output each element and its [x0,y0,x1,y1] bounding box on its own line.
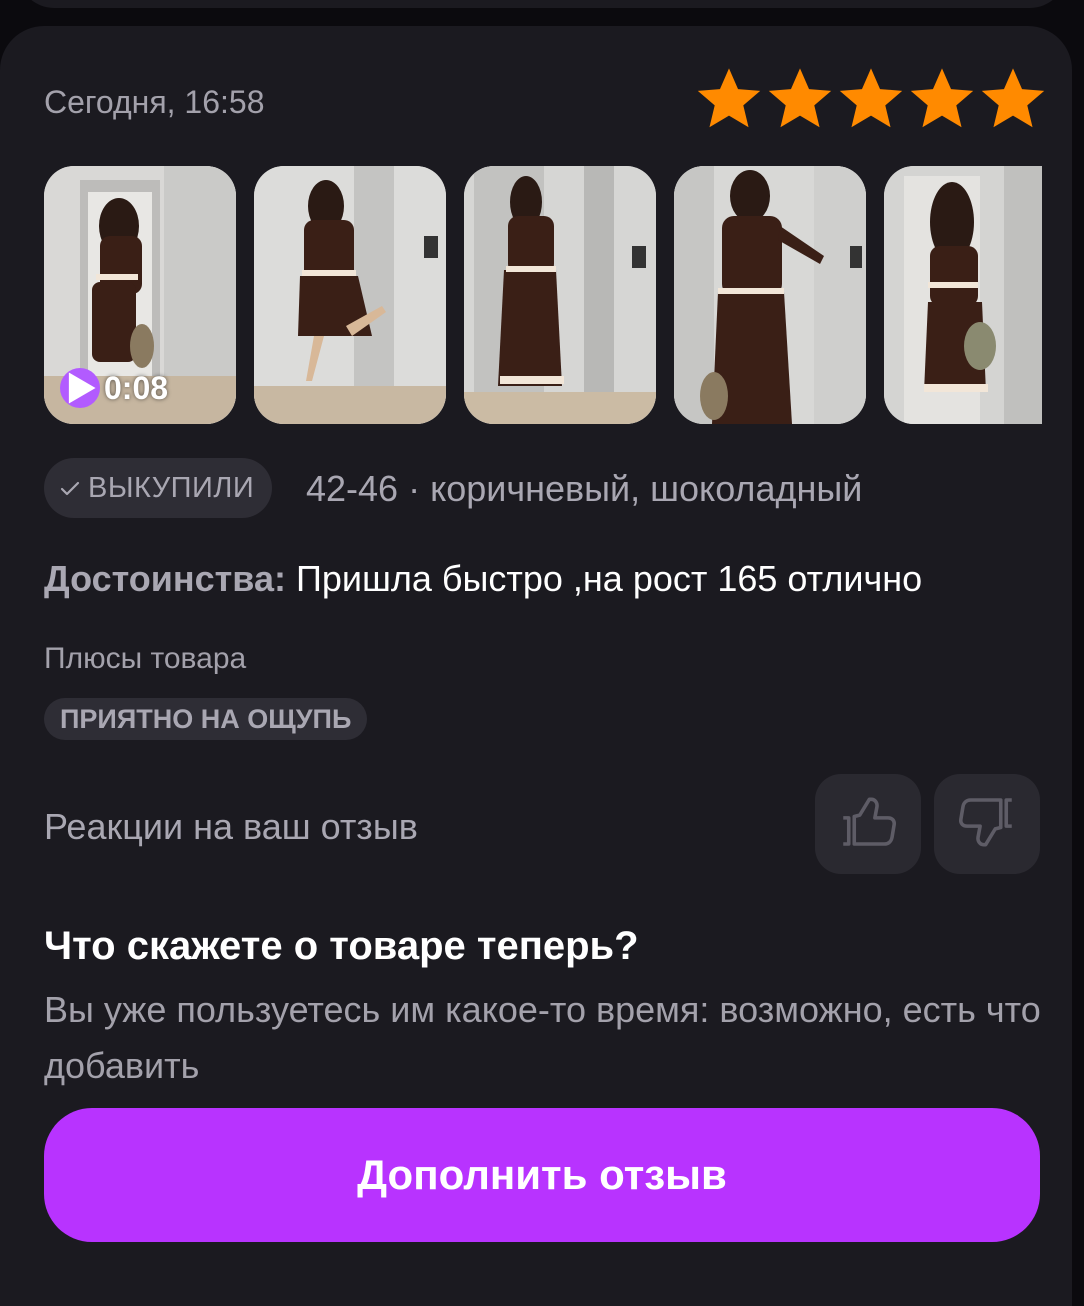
merits-label: Достоинства: [44,558,286,599]
pros-title: Плюсы товара [44,642,247,675]
like-button[interactable] [815,774,921,874]
video-badge: 0:08 [60,368,168,408]
prompt-text: Вы уже пользуетесь им какое-то время: во… [44,989,1041,1086]
review-date: Сегодня, 16:58 [44,84,265,120]
review-photos[interactable]: 0:08 [44,166,1042,424]
review-photo-5[interactable] [884,166,1042,424]
size-color-info: 42-46 · коричневый, шоколадный [306,468,863,509]
review-photo-2[interactable] [254,166,446,424]
merits-line: Достоинства: Пришла быстро ,на рост 165 … [44,558,922,600]
star-icon [694,64,764,134]
star-icon [836,64,906,134]
star-icon [978,64,1048,134]
pros-tag: ПРИЯТНО НА ОЩУПЬ [44,698,368,740]
video-duration: 0:08 [104,369,169,406]
review-photo-3[interactable] [464,166,656,424]
previous-card [18,0,1066,8]
add-to-review-button[interactable]: Дополнить отзыв [44,1108,1040,1242]
prompt-title: Что скажете о товаре теперь? [44,924,639,968]
merits-text: Пришла быстро ,на рост 165 отлично [295,558,923,599]
check-icon [60,472,80,505]
thumbs-down-icon [954,789,1020,860]
review-photo-1-video[interactable]: 0:08 [44,166,236,424]
play-icon [60,368,100,408]
star-icon [765,64,835,134]
review-photo-4[interactable] [674,166,866,424]
reactions-label: Реакции на ваш отзыв [44,806,418,847]
purchased-badge: ВЫКУПИЛИ [44,458,273,518]
thumbs-up-icon [835,789,901,860]
rating-stars [694,64,1048,134]
purchased-badge-label: ВЫКУПИЛИ [88,471,255,504]
star-icon [907,64,977,134]
dislike-button[interactable] [934,774,1040,874]
